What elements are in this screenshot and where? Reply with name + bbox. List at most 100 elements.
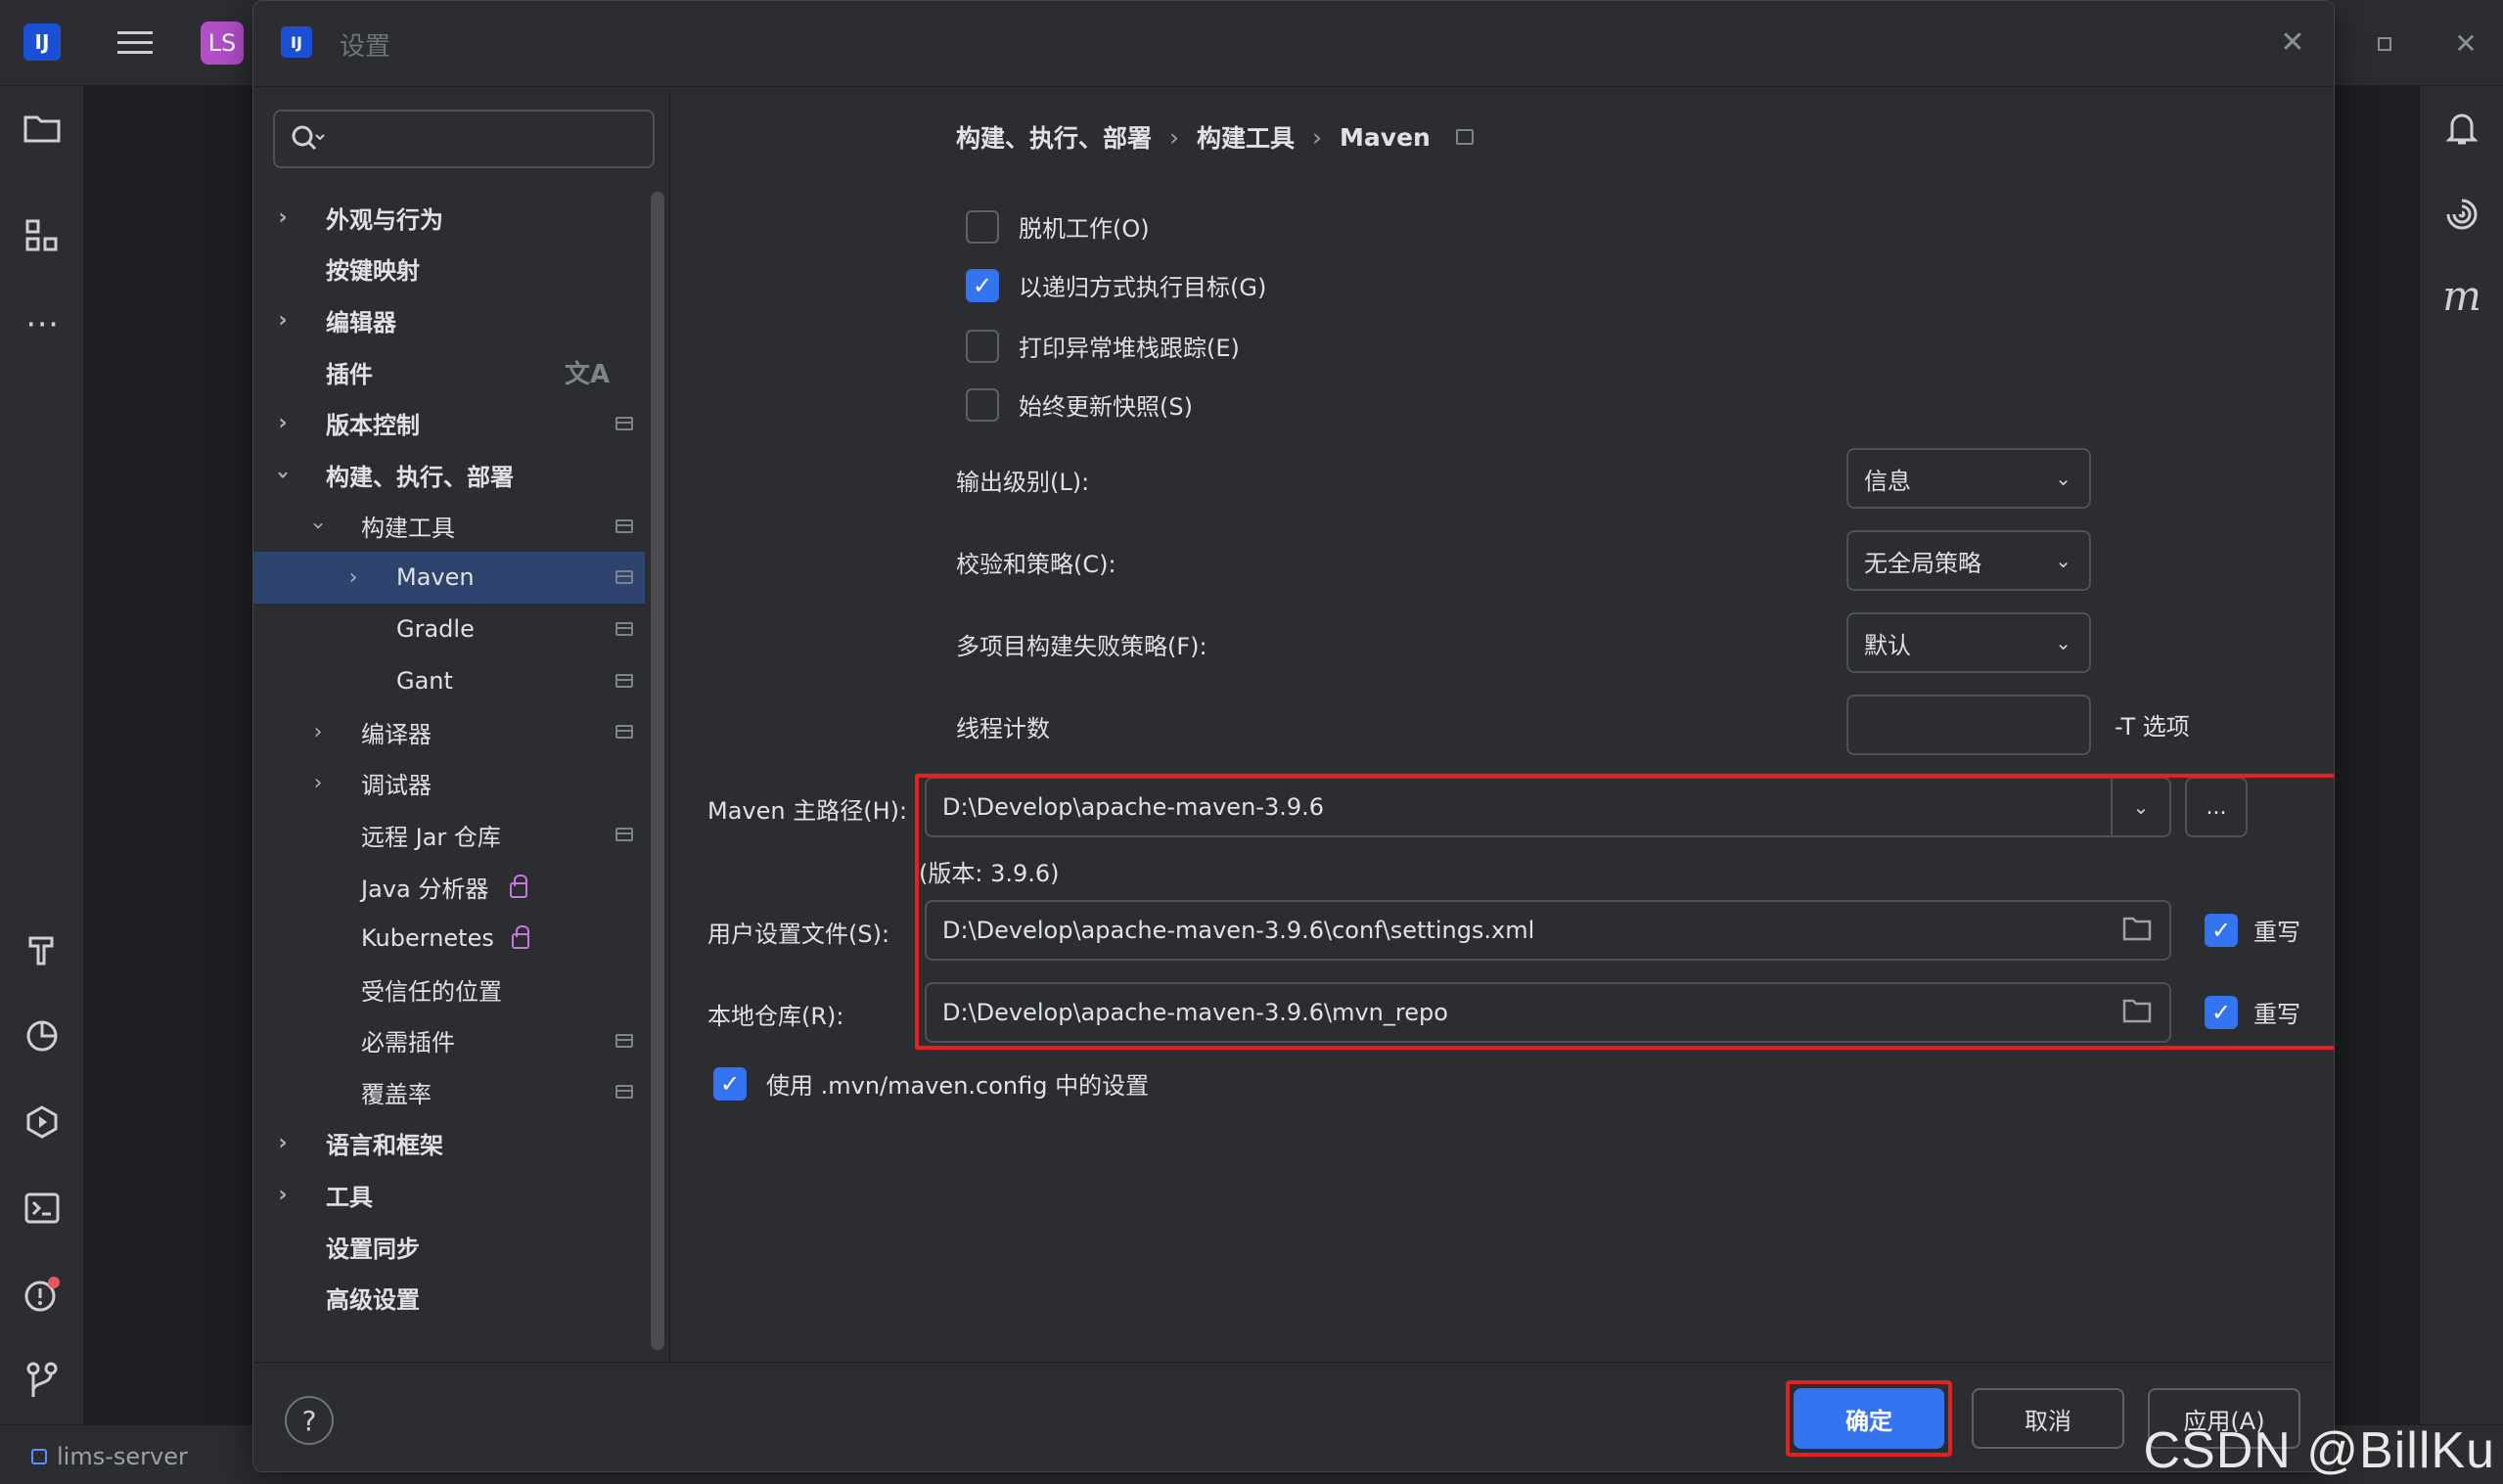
tree-item-vcs[interactable]: › 版本控制 [253,397,645,449]
project-level-icon [615,622,633,637]
chevron-right-icon: › [278,1131,288,1156]
tree-item-plugins[interactable]: 插件 文A [253,346,645,398]
chevron-right-icon: › [278,307,288,333]
tree-item-appearance[interactable]: › 外观与行为 [253,192,645,244]
output-level-label: 输出级别(L): [956,469,1090,496]
dialog-logo-icon: IJ [281,26,312,58]
breadcrumb-item[interactable]: 构建、执行、部署 [956,119,1152,155]
tree-item-debugger[interactable]: › 调试器 [253,758,645,810]
git-branch-icon[interactable] [18,1356,67,1405]
maven-home-label: Maven 主路径(H): [707,797,908,825]
services-run-icon[interactable] [18,1098,67,1147]
tree-item-build-tools[interactable]: › 构建工具 [253,501,645,553]
project-badge[interactable]: LS [201,22,244,65]
nav-scrollbar[interactable] [651,192,664,1350]
close-window-icon[interactable]: ✕ [2446,23,2485,63]
tree-item-remote-jar[interactable]: 远程 Jar 仓库 [253,809,645,861]
settings-nav: › 外观与行为 按键映射 › 编辑器 插件 文A › 版本控制 › 构建、执行、部署 › 构… [253,88,670,1362]
lock-icon [510,874,527,898]
stacktrace-label: 打印异常堆栈跟踪(E) [1019,335,1240,362]
restore-window-icon[interactable] [2368,25,2403,61]
tree-item-kubernetes[interactable]: Kubernetes [253,912,645,964]
project-folder-icon[interactable] [18,104,67,153]
watermark: CSDN @BillKu [2143,1422,2495,1479]
snapshots-option[interactable]: 始终更新快照(S) [966,387,1193,422]
threads-input[interactable] [1846,695,2091,755]
project-level-icon [615,725,633,740]
fail-policy-label: 多项目构建失败策略(F): [956,633,1207,660]
main-menu-icon[interactable] [114,22,157,65]
mvn-config-option[interactable]: ✓ 使用 .mvn/maven.config 中的设置 [713,1066,1149,1101]
tree-item-advanced[interactable]: 高级设置 [253,1272,645,1324]
terminal-icon[interactable] [18,1184,67,1233]
tree-item-keymap[interactable]: 按键映射 [253,244,645,295]
breadcrumb-separator-icon: › [1312,122,1323,152]
threads-label: 线程计数 [956,715,1050,742]
tree-item-settings-sync[interactable]: 设置同步 [253,1221,645,1273]
settings-dialog: IJ 设置 ✕ › 外观与行为 按键映射 › 编辑器 插件 文A › 版本控制 › 构建、… [252,0,2335,1472]
project-level-icon [1455,129,1474,145]
maven-m-icon[interactable]: m [2437,268,2486,323]
tree-item-editor[interactable]: › 编辑器 [253,294,645,346]
breadcrumb-item[interactable]: 构建工具 [1197,119,1295,155]
tree-item-languages[interactable]: › 语言和框架 [253,1118,645,1170]
profiler-icon[interactable] [18,1012,67,1060]
checksum-label: 校验和策略(C): [956,551,1116,578]
mvn-config-checkbox[interactable]: ✓ [713,1066,747,1101]
chevron-down-icon: › [305,521,331,531]
tree-item-coverage[interactable]: 覆盖率 [253,1066,645,1118]
project-level-icon [615,673,633,688]
ai-assistant-icon[interactable] [2437,190,2486,239]
structure-icon[interactable] [18,211,67,260]
snapshots-checkbox[interactable] [966,387,999,422]
settings-search-input[interactable] [273,110,655,168]
offline-label: 脱机工作(O) [1019,215,1150,243]
notifications-bell-icon[interactable] [2437,104,2486,153]
local-repo-label: 本地仓库(R): [707,1003,844,1030]
chevron-right-icon: › [278,1183,288,1208]
tree-item-compiler[interactable]: › 编译器 [253,706,645,758]
right-tool-strip: m [2419,86,2503,1424]
threads-hint: -T 选项 [2115,713,2190,741]
ide-logo-icon: IJ [23,23,61,61]
dialog-close-icon[interactable]: ✕ [2273,22,2312,62]
recursive-option[interactable]: ✓ 以递归方式执行目标(G) [966,268,1266,302]
chevron-down-icon: ⌄ [2055,549,2071,572]
translate-icon: 文A [565,359,611,389]
fail-policy-select[interactable]: 默认 ⌄ [1846,612,2091,673]
tree-item-tools[interactable]: › 工具 [253,1169,645,1221]
tree-item-build-exec-deploy[interactable]: › 构建、执行、部署 [253,449,645,501]
problems-icon[interactable] [18,1270,67,1319]
recursive-checkbox[interactable]: ✓ [966,268,999,302]
chevron-right-icon: › [348,564,358,590]
more-tools-icon[interactable]: ⋯ [18,299,67,348]
fail-policy-value: 默认 [1864,631,1911,659]
chevron-down-icon: ⌄ [2055,467,2071,490]
tree-item-trusted-locations[interactable]: 受信任的位置 [253,964,645,1015]
tree-item-gradle[interactable]: Gradle [253,604,645,655]
ok-highlight-annotation [1786,1380,1952,1457]
breadcrumb: 构建、执行、部署 › 构建工具 › Maven [956,119,1474,155]
stacktrace-option[interactable]: 打印异常堆栈跟踪(E) [966,329,1240,363]
tree-item-required-plugins[interactable]: 必需插件 [253,1015,645,1067]
tree-item-gant[interactable]: Gant [253,654,645,706]
lock-icon [512,925,529,950]
search-icon [292,125,325,151]
cancel-button[interactable]: 取消 [1972,1388,2124,1449]
settings-content: 构建、执行、部署 › 构建工具 › Maven 重置 ← → 脱机工作(O) ✓… [670,88,2334,1362]
tree-item-maven[interactable]: › Maven [253,552,645,604]
output-level-value: 信息 [1864,467,1911,495]
left-tool-strip: ⋯ [0,86,84,1424]
stacktrace-checkbox[interactable] [966,329,999,363]
dialog-title: 设置 [340,32,391,62]
offline-checkbox[interactable] [966,209,999,244]
offline-option[interactable]: 脱机工作(O) [966,209,1150,244]
build-hammer-icon[interactable] [18,925,67,974]
status-project[interactable]: lims-server [31,1443,188,1470]
highlight-annotation-box [915,774,2334,1050]
help-button[interactable]: ? [285,1396,334,1445]
chevron-right-icon: › [313,771,323,796]
checksum-select[interactable]: 无全局策略 ⌄ [1846,530,2091,591]
tree-item-java-profiler[interactable]: Java 分析器 [253,861,645,913]
output-level-select[interactable]: 信息 ⌄ [1846,448,2091,509]
